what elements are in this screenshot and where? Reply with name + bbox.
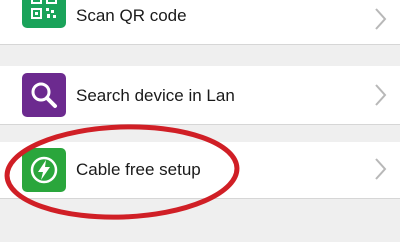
divider <box>0 198 400 199</box>
lightning-icon <box>22 148 66 192</box>
chevron-right-icon <box>375 84 387 106</box>
qr-code-icon <box>22 0 66 28</box>
divider <box>0 124 400 125</box>
list-item-search-device[interactable]: Search device in Lan <box>0 66 400 124</box>
magnifier-icon <box>22 73 66 117</box>
chevron-right-icon <box>375 8 387 30</box>
list-item-label: Search device in Lan <box>76 86 235 105</box>
divider <box>0 44 400 45</box>
list-item-cable-free-setup[interactable]: Cable free setup <box>0 142 400 198</box>
list-item-scan-qr[interactable]: Scan QR code <box>0 0 400 44</box>
chevron-right-icon <box>375 158 387 180</box>
list-item-label: Cable free setup <box>76 160 201 179</box>
list-item-label: Scan QR code <box>76 6 187 25</box>
